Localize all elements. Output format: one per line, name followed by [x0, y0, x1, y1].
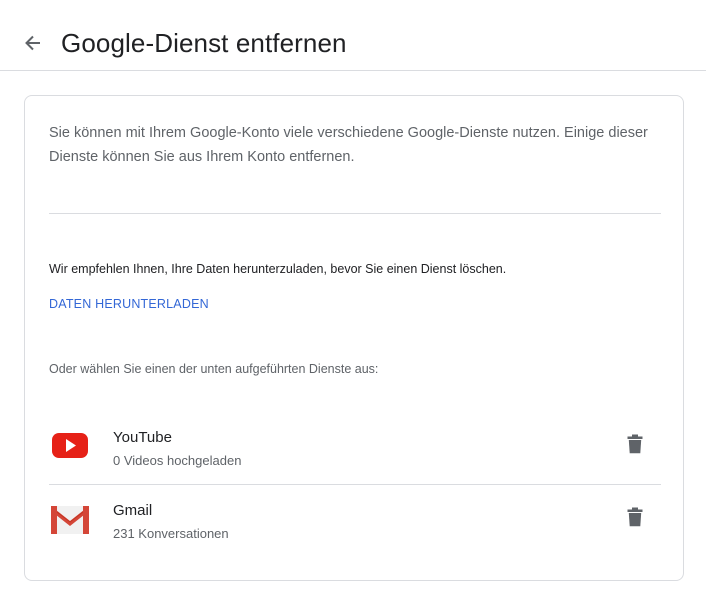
page-title: Google-Dienst entfernen: [61, 28, 347, 58]
service-name: YouTube: [113, 429, 172, 446]
service-detail: 0 Videos hochgeladen: [113, 453, 242, 468]
gmail-icon: [51, 506, 89, 534]
choose-service-prompt: Oder wählen Sie einen der unten aufgefüh…: [49, 362, 379, 376]
trash-icon: [627, 434, 643, 454]
service-row-youtube: YouTube 0 Videos hochgeladen: [25, 416, 683, 486]
back-button[interactable]: [18, 28, 48, 58]
trash-icon: [627, 507, 643, 527]
remove-service-card: Sie können mit Ihrem Google-Konto viele …: [24, 95, 684, 581]
intro-text: Sie können mit Ihrem Google-Konto viele …: [49, 125, 648, 165]
divider: [49, 213, 661, 214]
download-data-link[interactable]: DATEN HERUNTERLADEN: [49, 295, 209, 313]
service-row-gmail: Gmail 231 Konversationen: [25, 489, 683, 559]
page-header: Google-Dienst entfernen: [0, 0, 706, 71]
divider: [49, 484, 661, 485]
service-detail: 231 Konversationen: [113, 526, 229, 541]
delete-gmail-button[interactable]: [621, 503, 649, 531]
download-recommendation-text: Wir empfehlen Ihnen, Ihre Daten herunter…: [49, 262, 507, 276]
delete-youtube-button[interactable]: [621, 430, 649, 458]
arrow-left-icon: [25, 35, 40, 51]
service-name: Gmail: [113, 502, 153, 519]
youtube-icon: [52, 433, 88, 458]
